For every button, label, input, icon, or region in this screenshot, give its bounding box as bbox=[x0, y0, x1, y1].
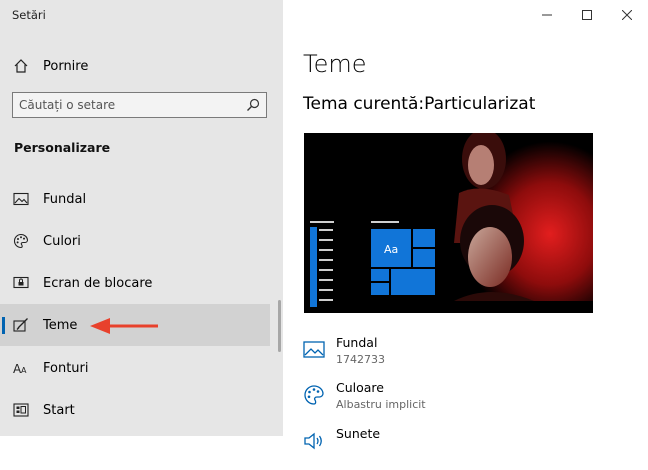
search-icon[interactable] bbox=[245, 97, 261, 113]
main-content: Teme Tema curentă:Particularizat Aa Fund… bbox=[283, 0, 648, 450]
picture-icon bbox=[13, 191, 29, 207]
home-label: Pornire bbox=[43, 58, 89, 74]
setting-fundal[interactable]: Fundal 1742733 bbox=[303, 335, 633, 379]
close-button[interactable] bbox=[611, 4, 643, 26]
setting-title: Culoare bbox=[336, 380, 384, 395]
preview-tile-label: Aa bbox=[384, 243, 398, 256]
start-grid-icon bbox=[13, 402, 29, 418]
setting-subtitle: 1742733 bbox=[336, 353, 385, 366]
sidebar-item-label: Culori bbox=[43, 233, 81, 249]
palette-icon bbox=[303, 384, 325, 406]
setting-title: Fundal bbox=[336, 335, 378, 350]
speaker-icon bbox=[303, 430, 325, 452]
lock-screen-icon bbox=[13, 275, 29, 291]
app-title: Setări bbox=[12, 8, 46, 22]
page-title: Teme bbox=[303, 50, 367, 78]
picture-icon bbox=[303, 339, 325, 361]
sidebar-item-fonturi[interactable]: AA Fonturi bbox=[0, 347, 270, 389]
sidebar-item-label: Start bbox=[43, 402, 75, 418]
brush-icon bbox=[13, 317, 29, 333]
sidebar-item-label: Teme bbox=[43, 317, 78, 333]
search-box[interactable] bbox=[12, 92, 267, 118]
sidebar-item-label: Ecran de blocare bbox=[43, 275, 153, 291]
sidebar-item-culori[interactable]: Culori bbox=[0, 220, 270, 262]
home-nav-item[interactable]: Pornire bbox=[0, 52, 270, 80]
theme-preview-image: Aa bbox=[304, 133, 593, 313]
setting-culoare[interactable]: Culoare Albastru implicit bbox=[303, 380, 633, 424]
svg-text:A: A bbox=[21, 366, 27, 375]
sidebar-item-label: Fundal bbox=[43, 191, 87, 207]
theme-preview: Aa bbox=[304, 133, 593, 313]
section-title: Personalizare bbox=[14, 140, 111, 155]
current-theme-heading: Tema curentă:Particularizat bbox=[303, 94, 536, 114]
home-icon bbox=[13, 58, 29, 74]
sidebar-item-label: Fonturi bbox=[43, 360, 89, 376]
setting-sunete[interactable]: Sunete bbox=[303, 426, 633, 470]
sidebar-item-fundal[interactable]: Fundal bbox=[0, 178, 270, 220]
setting-subtitle: Albastru implicit bbox=[336, 398, 426, 411]
setting-title: Sunete bbox=[336, 426, 381, 441]
sidebar-item-start[interactable]: Start bbox=[0, 389, 270, 431]
font-icon: AA bbox=[13, 360, 29, 376]
sidebar: Setări Pornire Personalizare Fundal Culo… bbox=[0, 0, 283, 436]
annotation-arrow bbox=[88, 316, 160, 340]
maximize-button[interactable] bbox=[571, 4, 603, 26]
minimize-button[interactable] bbox=[531, 4, 563, 26]
sidebar-item-ecran-de-blocare[interactable]: Ecran de blocare bbox=[0, 262, 270, 304]
palette-icon bbox=[13, 233, 29, 249]
sidebar-scrollbar[interactable] bbox=[278, 300, 281, 352]
search-input[interactable] bbox=[13, 97, 241, 113]
